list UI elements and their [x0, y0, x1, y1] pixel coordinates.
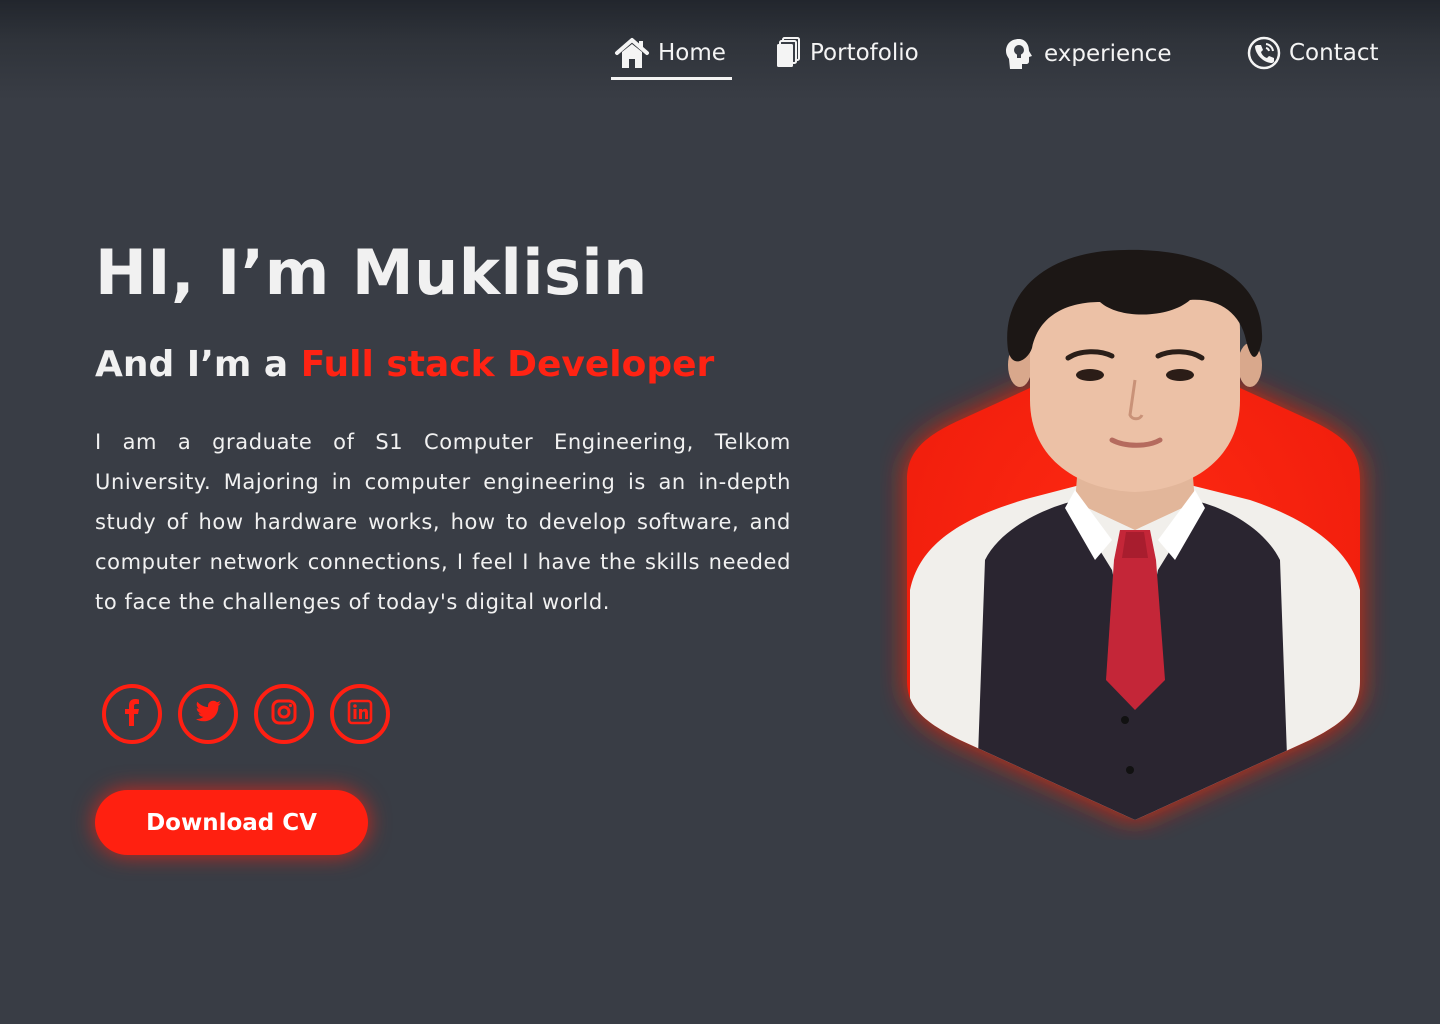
profile-portrait — [880, 240, 1390, 840]
linkedin-icon — [346, 698, 374, 730]
subtitle-prefix: And I’m a — [95, 344, 301, 385]
facebook-link[interactable] — [102, 684, 162, 744]
linkedin-link[interactable] — [330, 684, 390, 744]
nav-portofolio-label: Portofolio — [810, 40, 919, 66]
bio-paragraph: I am a graduate of S1 Computer Engineeri… — [95, 430, 791, 614]
nav-portofolio[interactable]: Portofolio — [775, 28, 919, 78]
nav-experience-label: experience — [1044, 41, 1172, 67]
subtitle-role: Full stack Developer — [300, 344, 715, 385]
nav-experience[interactable]: experience — [1004, 29, 1171, 79]
main-nav: Home Portofolio experience Contact — [0, 28, 1440, 80]
hero-subtitle: And I’m a Full stack Developer — [95, 344, 714, 385]
twitter-link[interactable] — [178, 684, 238, 744]
twitter-icon — [193, 699, 223, 729]
phone-icon — [1247, 36, 1281, 70]
nav-contact[interactable]: Contact — [1247, 28, 1378, 78]
facebook-icon — [119, 697, 145, 731]
hero-title: HI, I’m Muklisin — [95, 236, 648, 309]
documents-icon — [775, 36, 802, 70]
social-links — [102, 684, 390, 744]
nav-contact-label: Contact — [1289, 40, 1379, 66]
instagram-icon — [270, 698, 298, 730]
download-cv-button[interactable]: Download CV — [95, 790, 368, 855]
nav-home-label: Home — [658, 40, 726, 66]
head-lightbulb-icon — [1004, 37, 1036, 71]
nav-home[interactable]: Home — [611, 28, 732, 80]
home-icon — [614, 36, 650, 70]
instagram-link[interactable] — [254, 684, 314, 744]
profile-photo — [907, 249, 1360, 820]
